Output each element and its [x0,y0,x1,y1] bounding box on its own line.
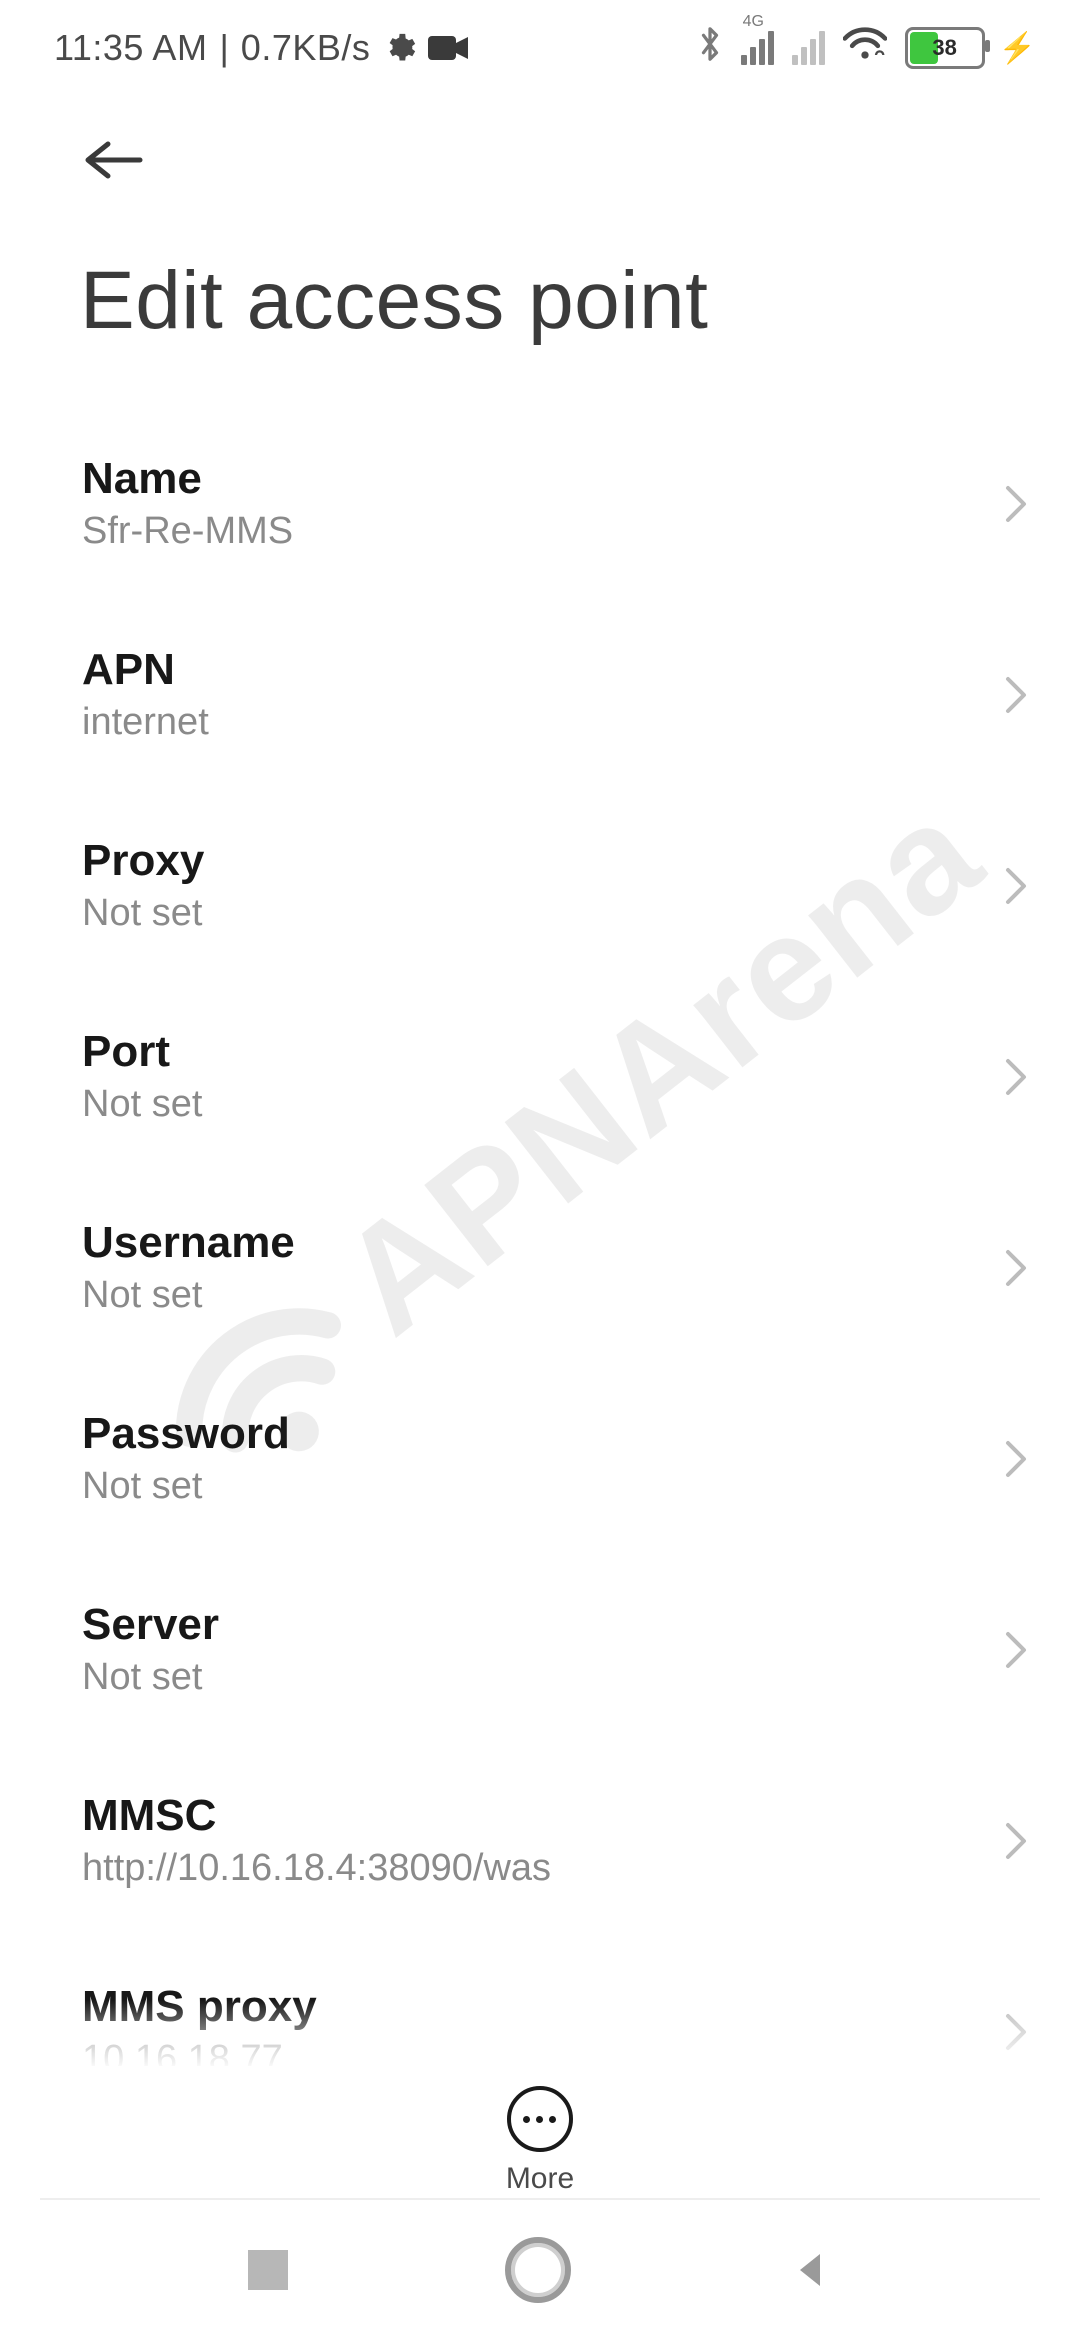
chevron-right-icon [1002,2010,1030,2054]
page-title: Edit access point [0,184,1080,408]
camera-icon [428,34,468,62]
nav-home-button[interactable] [505,2237,571,2303]
setting-value: internet [82,701,209,744]
signal-4g-label: 4G [743,13,764,31]
nav-back-button[interactable] [788,2248,832,2292]
setting-row-server[interactable]: Server Not set [0,1554,1080,1745]
status-left: 11:35 AM | 0.7KB/s [54,27,468,69]
more-button[interactable]: More [506,2086,574,2196]
chevron-right-icon [1002,1246,1030,1290]
chevron-right-icon [1002,1437,1030,1481]
setting-label: APN [82,645,209,695]
chevron-right-icon [1002,1819,1030,1863]
battery-icon: 38 [905,27,985,69]
setting-label: Server [82,1600,219,1650]
gear-icon [382,31,416,65]
setting-row-mmsc[interactable]: MMSC http://10.16.18.4:38090/was [0,1745,1080,1936]
status-time: 11:35 AM [54,27,207,69]
signal-nosim-icon [792,31,825,65]
setting-row-apn[interactable]: APN internet [0,599,1080,790]
chevron-right-icon [1002,482,1030,526]
bluetooth-icon [697,24,723,73]
setting-row-proxy[interactable]: Proxy Not set [0,790,1080,981]
setting-label: Password [82,1409,290,1459]
setting-label: Username [82,1218,295,1268]
status-separator: | [219,27,228,69]
app-bar [0,96,1080,184]
chevron-right-icon [1002,673,1030,717]
wifi-icon [843,26,887,71]
settings-list: Name Sfr-Re-MMS APN internet Proxy Not s… [0,408,1080,2127]
status-netspeed: 0.7KB/s [241,27,371,69]
setting-value: Not set [82,1465,290,1508]
bottom-actions: More [0,2066,1080,2196]
setting-value: http://10.16.18.4:38090/was [82,1847,551,1890]
setting-value: Not set [82,1274,295,1317]
setting-value: Not set [82,1656,219,1699]
status-right: 4G 38 ⚡ [697,24,1036,73]
nav-recent-button[interactable] [248,2250,288,2290]
chevron-right-icon [1002,1055,1030,1099]
chevron-right-icon [1002,1628,1030,1672]
system-nav-bar [0,2200,1080,2340]
battery-percent: 38 [908,35,982,61]
setting-label: MMS proxy [82,1982,317,2032]
status-bar: 11:35 AM | 0.7KB/s 4G 38 ⚡ [0,0,1080,96]
setting-row-password[interactable]: Password Not set [0,1363,1080,1554]
setting-label: Proxy [82,836,204,886]
signal-4g-icon: 4G [741,31,774,65]
setting-label: Port [82,1027,202,1077]
back-button[interactable] [78,136,1020,184]
more-label: More [506,2162,574,2196]
setting-label: Name [82,454,293,504]
setting-value: Not set [82,1083,202,1126]
setting-row-port[interactable]: Port Not set [0,981,1080,1172]
more-icon [507,2086,573,2152]
chevron-right-icon [1002,864,1030,908]
setting-value: Sfr-Re-MMS [82,510,293,553]
setting-row-name[interactable]: Name Sfr-Re-MMS [0,408,1080,599]
charging-bolt-icon: ⚡ [999,31,1036,66]
setting-value: Not set [82,892,204,935]
setting-label: MMSC [82,1791,551,1841]
setting-row-username[interactable]: Username Not set [0,1172,1080,1363]
